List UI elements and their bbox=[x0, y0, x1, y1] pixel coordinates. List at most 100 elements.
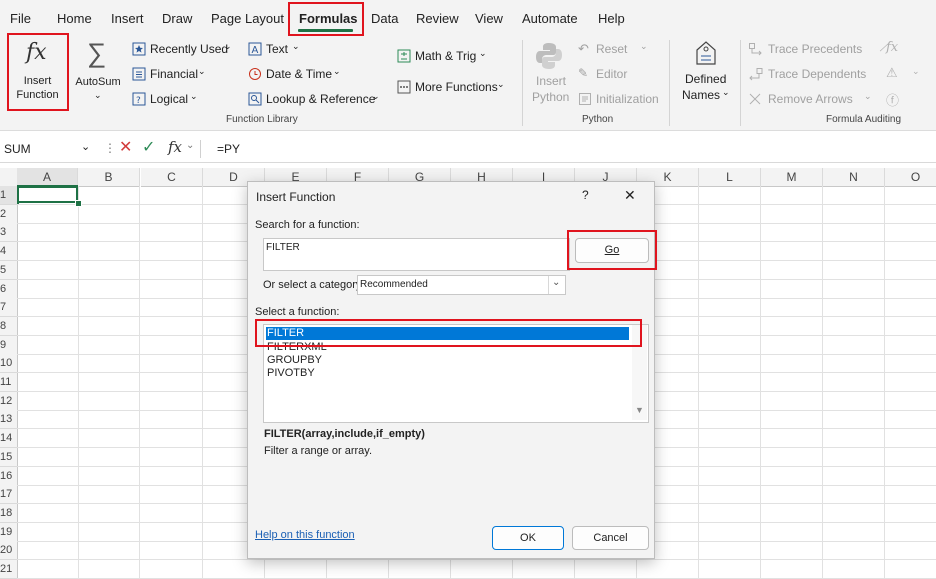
row-header-10[interactable]: 10 bbox=[0, 354, 18, 374]
row-header-11[interactable]: 11 bbox=[0, 373, 18, 392]
enter-check-icon[interactable]: ✓ bbox=[142, 137, 155, 157]
tab-file[interactable]: File bbox=[10, 11, 31, 26]
row-header-4[interactable]: 4 bbox=[0, 242, 18, 262]
date-time-button[interactable]: Date & Time ⌄ bbox=[248, 66, 378, 83]
tab-page-layout[interactable]: Page Layout bbox=[211, 11, 284, 26]
chevron-down-icon: ⌄ bbox=[552, 277, 561, 288]
autosum-button[interactable]: ∑ AutoSum ⌄ bbox=[70, 38, 126, 106]
row-header-3[interactable]: 3 bbox=[0, 223, 18, 243]
logical-icon: ? bbox=[132, 92, 146, 106]
row-header-18[interactable]: 18 bbox=[0, 503, 18, 523]
formula-input[interactable]: =PY bbox=[217, 142, 240, 156]
defined-names-label-1: Defined bbox=[685, 72, 727, 86]
row-header-7[interactable]: 7 bbox=[0, 298, 18, 318]
defined-names-button[interactable]: Defined Names ⌄ bbox=[677, 40, 735, 108]
search-label: Search for a function: bbox=[255, 219, 360, 231]
row-header-15[interactable]: 15 bbox=[0, 447, 18, 467]
column-header-l[interactable]: L bbox=[699, 168, 761, 187]
autosum-label: AutoSum bbox=[75, 76, 121, 88]
row-header-21[interactable]: 21 bbox=[0, 560, 18, 579]
error-checking-icon[interactable]: ⚠ bbox=[886, 65, 898, 81]
tab-view[interactable]: View bbox=[475, 11, 503, 26]
defined-names-label-2: Names bbox=[682, 88, 721, 102]
tab-automate[interactable]: Automate bbox=[522, 11, 578, 26]
column-gridline bbox=[822, 186, 823, 579]
row-header-2[interactable]: 2 bbox=[0, 204, 18, 224]
chevron-down-icon: ⌄ bbox=[292, 41, 300, 51]
menu-bar: File Home Insert Draw Page Layout Formul… bbox=[0, 0, 936, 36]
highlight-filter-item bbox=[255, 319, 642, 347]
row-header-16[interactable]: 16 bbox=[0, 466, 18, 486]
math-trig-button[interactable]: Math & Trig ⌄ bbox=[397, 48, 497, 65]
lookup-reference-label: Lookup & Reference bbox=[266, 92, 376, 106]
tab-insert[interactable]: Insert bbox=[111, 11, 144, 26]
list-item[interactable]: PIVOTBY bbox=[267, 367, 315, 380]
evaluate-formula-icon[interactable]: ⓕ bbox=[886, 90, 899, 109]
recently-used-button[interactable]: Recently Used ⌄ bbox=[132, 41, 237, 58]
search-input[interactable]: FILTER bbox=[263, 238, 570, 271]
initialization-label: Initialization bbox=[596, 92, 659, 106]
lookup-reference-button[interactable]: Lookup & Reference ⌄ bbox=[248, 91, 383, 108]
group-separator bbox=[522, 40, 523, 126]
column-header-b[interactable]: B bbox=[78, 168, 140, 187]
column-header-m[interactable]: M bbox=[761, 168, 823, 187]
trace-dependents-button[interactable]: Trace Dependents bbox=[749, 67, 879, 83]
editor-button[interactable]: ✎ Editor bbox=[578, 66, 658, 83]
select-divider bbox=[548, 276, 549, 294]
column-header-n[interactable]: N bbox=[823, 168, 885, 187]
insert-python-button[interactable]: Insert Python bbox=[530, 40, 570, 108]
reset-button[interactable]: ↶ Reset ⌄ bbox=[578, 41, 658, 58]
tab-data[interactable]: Data bbox=[371, 11, 398, 26]
tab-draw[interactable]: Draw bbox=[162, 11, 192, 26]
row-header-14[interactable]: 14 bbox=[0, 429, 18, 449]
help-on-function-link[interactable]: Help on this function bbox=[255, 529, 355, 541]
trace-precedents-icon bbox=[749, 43, 762, 56]
recently-used-label: Recently Used bbox=[150, 42, 229, 56]
column-header-o[interactable]: O bbox=[885, 168, 936, 187]
column-gridline bbox=[884, 186, 885, 579]
row-header-9[interactable]: 9 bbox=[0, 335, 18, 355]
row-header-20[interactable]: 20 bbox=[0, 541, 18, 561]
chevron-down-icon: ⌄ bbox=[94, 90, 102, 100]
fill-handle[interactable] bbox=[75, 200, 82, 207]
list-item[interactable]: GROUPBY bbox=[267, 354, 322, 367]
close-icon[interactable]: ✕ bbox=[624, 187, 636, 204]
more-functions-button[interactable]: More Functions ⌄ bbox=[397, 79, 512, 96]
row-header-5[interactable]: 5 bbox=[0, 260, 18, 280]
row-header-19[interactable]: 19 bbox=[0, 522, 18, 542]
ok-button[interactable]: OK bbox=[492, 526, 564, 550]
row-header-6[interactable]: 6 bbox=[0, 279, 18, 299]
select-all-corner[interactable] bbox=[0, 168, 18, 187]
active-cell-a1[interactable] bbox=[17, 185, 78, 203]
row-header-17[interactable]: 17 bbox=[0, 485, 18, 505]
initialization-button[interactable]: Initialization bbox=[578, 92, 668, 108]
cancel-button[interactable]: Cancel bbox=[572, 526, 649, 550]
svg-text:?: ? bbox=[136, 96, 141, 106]
insert-python-label-2: Python bbox=[532, 90, 570, 104]
name-box[interactable]: SUM ⌄ bbox=[0, 139, 95, 159]
remove-arrows-button[interactable]: Remove Arrows ⌄ bbox=[749, 91, 879, 108]
insert-function-fx-icon[interactable]: fx bbox=[168, 138, 182, 156]
tab-home[interactable]: Home bbox=[57, 11, 92, 26]
show-formulas-icon[interactable]: f̸x bbox=[886, 40, 898, 55]
category-label: Or select a category: bbox=[263, 279, 365, 291]
column-header-c[interactable]: C bbox=[141, 168, 203, 187]
row-header-13[interactable]: 13 bbox=[0, 410, 18, 430]
row-header-8[interactable]: 8 bbox=[0, 316, 18, 336]
group-separator bbox=[740, 40, 741, 126]
row-header-12[interactable]: 12 bbox=[0, 391, 18, 411]
tab-review[interactable]: Review bbox=[416, 11, 459, 26]
category-select[interactable]: Recommended ⌄ bbox=[357, 275, 566, 295]
reset-label: Reset bbox=[596, 42, 628, 56]
cancel-icon[interactable]: ✕ bbox=[119, 137, 132, 157]
text-button[interactable]: A Text ⌄ bbox=[248, 41, 378, 58]
select-function-label: Select a function: bbox=[255, 306, 340, 318]
logical-button[interactable]: ? Logical ⌄ bbox=[132, 91, 237, 108]
tab-help[interactable]: Help bbox=[598, 11, 625, 26]
help-icon[interactable]: ? bbox=[582, 188, 589, 202]
chevron-down-icon[interactable]: ⌄ bbox=[912, 66, 920, 77]
scroll-down-icon[interactable]: ▼ bbox=[635, 405, 644, 415]
trace-precedents-button[interactable]: Trace Precedents bbox=[749, 42, 879, 58]
financial-button[interactable]: Financial ⌄ bbox=[132, 66, 237, 83]
column-gridline bbox=[139, 186, 140, 579]
